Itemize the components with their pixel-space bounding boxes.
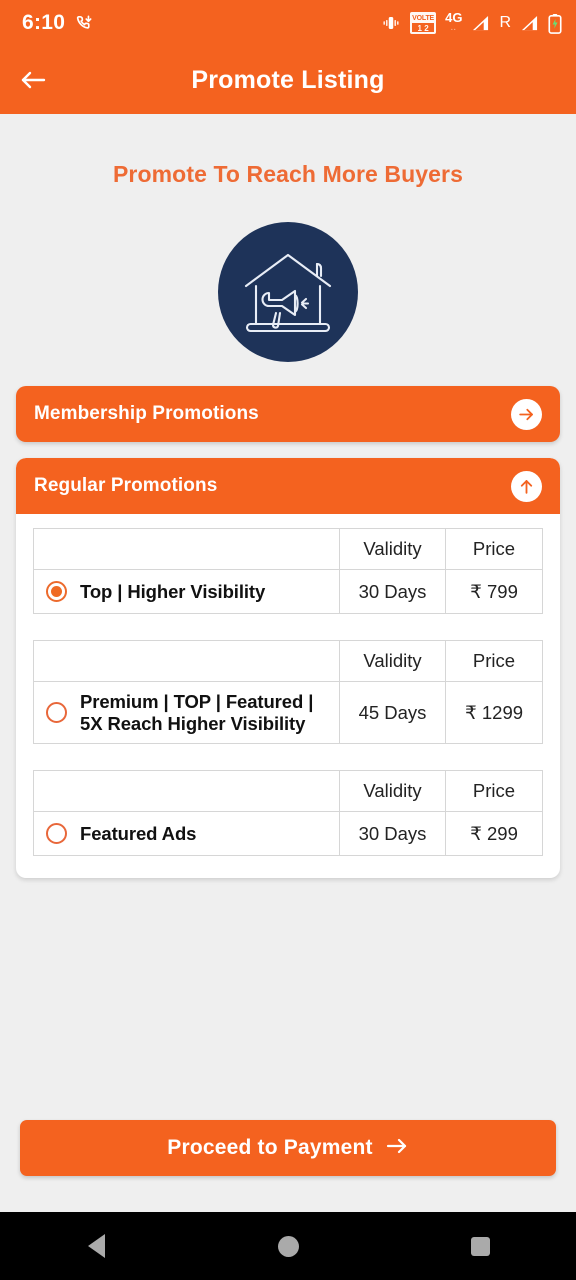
plan-name-cell[interactable]: Featured Ads bbox=[33, 811, 340, 856]
phone-screen: 6:10 VOLTE 1 2 4G .. R Promote Listing P… bbox=[0, 0, 576, 1280]
missed-call-icon bbox=[75, 14, 94, 33]
plan-name-cell[interactable]: Top | Higher Visibility bbox=[33, 569, 340, 614]
app-bar: Promote Listing bbox=[0, 46, 576, 114]
section-regular-promotions: Regular Promotions Validity Price Top | … bbox=[16, 458, 560, 878]
plan-validity-cell: 30 Days bbox=[339, 569, 446, 614]
plan-label: Top | Higher Visibility bbox=[80, 580, 266, 602]
section-regular-title: Regular Promotions bbox=[34, 475, 218, 496]
header-cell-validity: Validity bbox=[339, 640, 446, 682]
plan-radio[interactable] bbox=[46, 823, 67, 844]
main-content: Promote To Reach More Buyers Membership … bbox=[0, 114, 576, 1212]
proceed-label: Proceed to Payment bbox=[167, 1136, 373, 1159]
nav-back-button[interactable] bbox=[51, 1212, 141, 1280]
table-header-row: Validity Price bbox=[33, 770, 543, 812]
proceed-container: Proceed to Payment bbox=[0, 1120, 576, 1176]
plan-row[interactable]: Premium | TOP | Featured | 5X Reach High… bbox=[33, 681, 543, 744]
nav-home-button[interactable] bbox=[243, 1212, 333, 1280]
header-cell-validity: Validity bbox=[339, 770, 446, 812]
table-header-row: Validity Price bbox=[33, 528, 543, 570]
header-cell-name bbox=[33, 528, 340, 570]
status-time: 6:10 bbox=[22, 11, 66, 34]
plan-name-cell[interactable]: Premium | TOP | Featured | 5X Reach High… bbox=[33, 681, 340, 744]
signal-bars-sim2-icon bbox=[520, 15, 539, 32]
plan-validity-cell: 30 Days bbox=[339, 811, 446, 856]
plan-radio-selected[interactable] bbox=[46, 581, 67, 602]
header-cell-price: Price bbox=[445, 770, 543, 812]
back-button[interactable] bbox=[0, 46, 66, 114]
battery-charging-icon bbox=[548, 13, 562, 34]
table-header-row: Validity Price bbox=[33, 640, 543, 682]
android-nav-bar bbox=[0, 1212, 576, 1280]
section-membership-promotions[interactable]: Membership Promotions bbox=[16, 386, 560, 442]
plan-row[interactable]: Featured Ads 30 Days ₹ 299 bbox=[33, 811, 543, 856]
page-title: Promote Listing bbox=[191, 65, 385, 94]
plan-price-cell: ₹ 1299 bbox=[445, 681, 543, 744]
status-bar: 6:10 VOLTE 1 2 4G .. R bbox=[0, 0, 576, 46]
promo-heading: Promote To Reach More Buyers bbox=[112, 161, 463, 187]
plan-table: Validity Price Featured Ads 30 Days ₹ 29… bbox=[33, 770, 543, 856]
house-megaphone-icon bbox=[218, 222, 358, 362]
arrow-right-circle-icon[interactable] bbox=[511, 398, 542, 430]
plan-table: Validity Price Premium | TOP | Featured … bbox=[33, 640, 543, 744]
header-cell-name bbox=[33, 770, 340, 812]
header-cell-price: Price bbox=[445, 528, 543, 570]
plan-table: Validity Price Top | Higher Visibility 3… bbox=[33, 528, 543, 614]
header-cell-name bbox=[33, 640, 340, 682]
arrow-up-circle-icon[interactable] bbox=[511, 470, 542, 502]
back-arrow-icon bbox=[19, 68, 47, 92]
header-cell-validity: Validity bbox=[339, 528, 446, 570]
header-cell-price: Price bbox=[445, 640, 543, 682]
section-membership-title: Membership Promotions bbox=[34, 403, 259, 424]
network-type-icon: 4G .. bbox=[445, 10, 463, 32]
status-bar-right: VOLTE 1 2 4G .. R bbox=[381, 10, 562, 34]
status-bar-left: 6:10 bbox=[22, 11, 94, 35]
plan-radio[interactable] bbox=[46, 702, 67, 723]
arrow-right-icon bbox=[385, 1136, 409, 1161]
nav-recents-button[interactable] bbox=[435, 1212, 525, 1280]
plan-label-line2: 5X Reach Higher Visibility bbox=[80, 712, 306, 734]
plans-list: Validity Price Top | Higher Visibility 3… bbox=[16, 514, 560, 878]
home-circle-icon bbox=[277, 1235, 299, 1257]
proceed-to-payment-button[interactable]: Proceed to Payment bbox=[20, 1120, 556, 1176]
plan-price-cell: ₹ 799 bbox=[445, 569, 543, 614]
back-triangle-icon bbox=[87, 1234, 105, 1258]
plan-validity-cell: 45 Days bbox=[339, 681, 446, 744]
plan-price-cell: ₹ 299 bbox=[445, 811, 543, 856]
plan-label: Premium | TOP | Featured | 5X Reach High… bbox=[80, 691, 313, 735]
plan-label: Featured Ads bbox=[80, 822, 197, 844]
roaming-icon: R bbox=[499, 14, 511, 31]
plan-row[interactable]: Top | Higher Visibility 30 Days ₹ 799 bbox=[33, 569, 543, 614]
logo-container bbox=[0, 222, 576, 362]
plan-label-line1: Premium | TOP | Featured | bbox=[80, 690, 314, 712]
section-regular-header[interactable]: Regular Promotions bbox=[16, 458, 560, 514]
recents-square-icon bbox=[470, 1236, 490, 1256]
volte-dual-sim-icon: VOLTE 1 2 bbox=[410, 12, 437, 34]
vibrate-icon bbox=[381, 14, 401, 32]
signal-bars-sim1-icon bbox=[471, 15, 490, 32]
